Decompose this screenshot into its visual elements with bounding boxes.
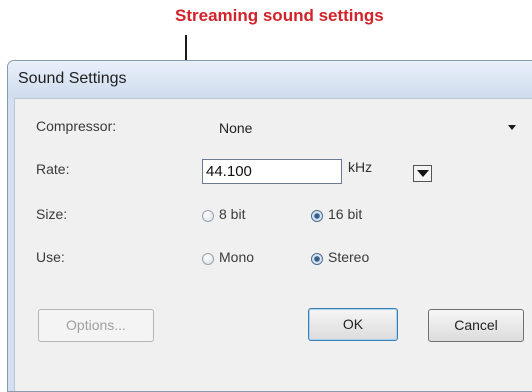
rate-unit: kHz (348, 159, 373, 175)
dialog-client-area: Compressor: None Rate: kHz Size: 8 bit 1… (14, 98, 532, 391)
use-stereo-label: Stereo (328, 249, 370, 265)
use-mono-radio[interactable] (202, 253, 214, 265)
size-label: Size: (36, 206, 68, 222)
use-label: Use: (36, 249, 65, 265)
options-button[interactable]: Options... (38, 309, 154, 342)
rate-label: Rate: (36, 161, 70, 177)
triangle-down-icon (417, 170, 429, 177)
size-16bit-label: 16 bit (328, 206, 363, 222)
rate-dropdown-button[interactable] (413, 165, 432, 182)
dialog-title: Sound Settings (18, 70, 127, 87)
compressor-value: None (219, 120, 253, 136)
chevron-down-icon[interactable] (508, 125, 516, 130)
title-bar[interactable]: Sound Settings (8, 61, 532, 98)
annotation-callout: Streaming sound settings (175, 6, 384, 25)
use-stereo-radio[interactable] (311, 253, 323, 265)
compressor-select[interactable]: None (207, 116, 532, 142)
use-mono-label: Mono (219, 249, 255, 265)
ok-button[interactable]: OK (308, 308, 398, 341)
rate-input[interactable] (202, 159, 342, 184)
compressor-label: Compressor: (36, 118, 117, 134)
sound-settings-dialog: Sound Settings Compressor: None Rate: kH… (7, 60, 532, 392)
cancel-button[interactable]: Cancel (428, 309, 524, 342)
size-16bit-radio[interactable] (311, 210, 323, 222)
size-8bit-radio[interactable] (202, 210, 214, 222)
size-8bit-label: 8 bit (219, 206, 246, 222)
